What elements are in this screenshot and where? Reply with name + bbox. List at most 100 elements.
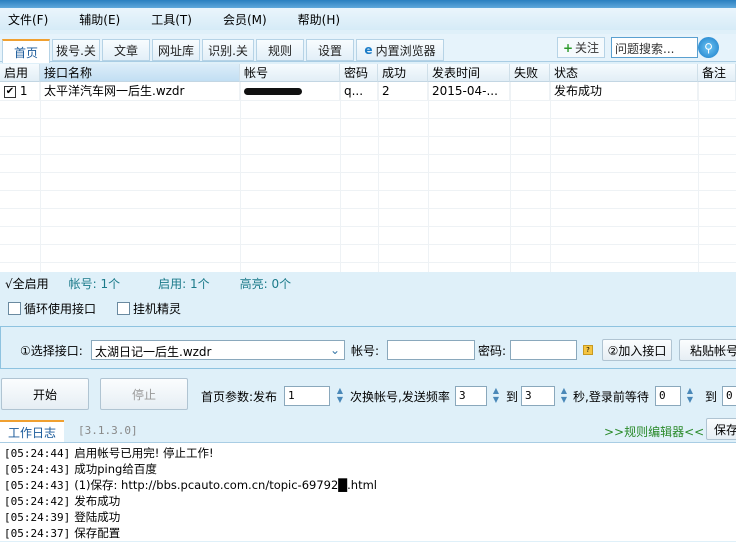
- col-fail[interactable]: 失败: [510, 64, 550, 82]
- row-divider: [0, 118, 736, 119]
- col-status[interactable]: 状态: [550, 64, 698, 82]
- tab-recognize[interactable]: 识别.关: [202, 39, 254, 61]
- col-enabled[interactable]: 启用: [0, 64, 40, 82]
- enable-all-link[interactable]: √全启用: [5, 275, 49, 292]
- account-input[interactable]: [387, 340, 475, 360]
- publish-count-spinner[interactable]: ▲ ▼: [334, 386, 346, 406]
- cell-fail: [510, 82, 550, 100]
- chevron-down-icon: ⌄: [329, 343, 340, 357]
- log-line: [05:24:39] 登陆成功: [0, 509, 736, 525]
- log-message: 发布成功: [74, 494, 121, 508]
- row-index: 1: [19, 84, 28, 98]
- wait-from-spinner[interactable]: ▲ ▼: [684, 386, 696, 406]
- col-name[interactable]: 接口名称: [40, 64, 240, 82]
- freq-to-spinner[interactable]: ▲ ▼: [558, 386, 570, 406]
- follow-button[interactable]: + 关注: [557, 37, 605, 58]
- password-input[interactable]: [510, 340, 577, 360]
- publish-count-input[interactable]: 1: [284, 386, 330, 406]
- row-divider: [0, 172, 736, 173]
- col-account[interactable]: 帐号: [240, 64, 340, 82]
- log-message: 启用帐号已用完! 停止工作!: [74, 446, 214, 460]
- switch-label: 次换帐号,发送频率: [350, 390, 450, 404]
- cell-note: [698, 82, 736, 100]
- tab-browser[interactable]: e 内置浏览器: [356, 39, 444, 61]
- search-icon[interactable]: ⚲: [698, 37, 719, 58]
- checkbox-icon: [117, 302, 130, 315]
- freq-from-spinner[interactable]: ▲ ▼: [490, 386, 502, 406]
- column-divider: [40, 82, 41, 272]
- row-divider: [0, 208, 736, 209]
- add-interface-button[interactable]: ②加入接口: [602, 339, 672, 361]
- menu-help[interactable]: 帮助(H): [290, 11, 349, 28]
- search-input[interactable]: 问题搜索...: [611, 37, 698, 58]
- log-message: 保存配置: [74, 526, 121, 540]
- account-label: 帐号:: [351, 344, 380, 358]
- loop-label: 循环使用接口: [24, 302, 97, 316]
- highlight-count: 高亮: 0个: [239, 276, 292, 291]
- to-label: 到: [506, 390, 519, 404]
- log-timestamp: [05:24:37]: [4, 527, 71, 540]
- menu-file[interactable]: 文件(F): [0, 11, 57, 28]
- log-line: [05:24:43] (1)保存: http://bbs.pcauto.com.c…: [0, 477, 736, 493]
- params-label: 首页参数:发布: [201, 390, 278, 404]
- col-password[interactable]: 密码: [340, 64, 378, 82]
- rule-editor-link[interactable]: >>规则编辑器<<: [604, 423, 704, 440]
- tab-dial[interactable]: 拨号.关: [52, 39, 100, 61]
- column-divider: [698, 82, 699, 272]
- loop-interface-checkbox[interactable]: 循环使用接口: [8, 300, 96, 317]
- col-note[interactable]: 备注: [698, 64, 736, 82]
- status-line: √全启用 帐号: 1个 启用: 1个 高亮: 0个: [0, 275, 736, 291]
- log-timestamp: [05:24:44]: [4, 447, 71, 460]
- col-success[interactable]: 成功: [378, 64, 428, 82]
- paste-account-button[interactable]: 粘贴帐号: [679, 339, 736, 361]
- help-icon[interactable]: ?: [583, 345, 593, 355]
- log-timestamp: [05:24:39]: [4, 511, 71, 524]
- stop-button[interactable]: 停止: [100, 378, 188, 410]
- cell-status: 发布成功: [550, 82, 698, 100]
- cell-time: 2015-04-...: [428, 82, 510, 100]
- menu-tools[interactable]: 工具(T): [143, 11, 201, 28]
- enabled-count: 启用: 1个: [158, 276, 210, 291]
- wait-to-input[interactable]: 0: [722, 386, 736, 406]
- start-button[interactable]: 开始: [1, 378, 89, 410]
- tab-settings[interactable]: 设置: [306, 39, 354, 61]
- interface-table: 启用 接口名称 帐号 密码 成功 发表时间 失败 状态 备注 ✔ 1 太平洋汽车…: [0, 64, 736, 272]
- tab-rules[interactable]: 规则: [256, 39, 304, 61]
- column-divider: [340, 82, 341, 272]
- freq-from-input[interactable]: 3: [455, 386, 487, 406]
- column-divider: [240, 82, 241, 272]
- row-divider: [0, 154, 736, 155]
- row-divider: [0, 136, 736, 137]
- to-label-2: 到: [705, 390, 718, 404]
- column-divider: [510, 82, 511, 272]
- select-interface-panel: ①选择接口: 太湖日记一后生.wzdr ⌄ 帐号: 密码: ? ②加入接口 粘贴帐…: [0, 326, 736, 369]
- log-message: 登陆成功: [74, 510, 121, 524]
- freq-to-input[interactable]: 3: [521, 386, 555, 406]
- menu-member[interactable]: 会员(M): [215, 11, 276, 28]
- log-message: 成功ping给百度: [74, 462, 157, 476]
- hook-sprite-checkbox[interactable]: 挂机精灵: [117, 300, 181, 317]
- row-checkbox[interactable]: ✔: [4, 85, 16, 98]
- checkbox-icon: [8, 302, 21, 315]
- tab-article[interactable]: 文章: [102, 39, 150, 61]
- column-divider: [550, 82, 551, 272]
- log-timestamp: [05:24:42]: [4, 495, 71, 508]
- select-interface-label: ①选择接口:: [20, 344, 83, 358]
- save-button[interactable]: 保存: [706, 418, 736, 440]
- menu-assist[interactable]: 辅助(E): [71, 11, 129, 28]
- cell-success: 2: [378, 82, 428, 100]
- log-message: (1)保存: http://bbs.pcauto.com.cn/topic-69…: [74, 478, 377, 492]
- cell-password: q...: [340, 82, 378, 100]
- tab-url-library[interactable]: 网址库: [152, 39, 200, 61]
- cell-account-redacted: [240, 82, 340, 100]
- log-timestamp: [05:24:43]: [4, 479, 71, 492]
- wait-from-input[interactable]: 0: [655, 386, 681, 406]
- row-divider: [0, 244, 736, 245]
- tab-home[interactable]: 首页: [2, 39, 50, 63]
- column-divider: [428, 82, 429, 272]
- follow-label: 关注: [575, 41, 600, 55]
- row-divider: [0, 262, 736, 263]
- interface-select[interactable]: 太湖日记一后生.wzdr ⌄: [91, 340, 345, 360]
- tab-work-log[interactable]: 工作日志: [0, 420, 64, 443]
- col-time[interactable]: 发表时间: [428, 64, 510, 82]
